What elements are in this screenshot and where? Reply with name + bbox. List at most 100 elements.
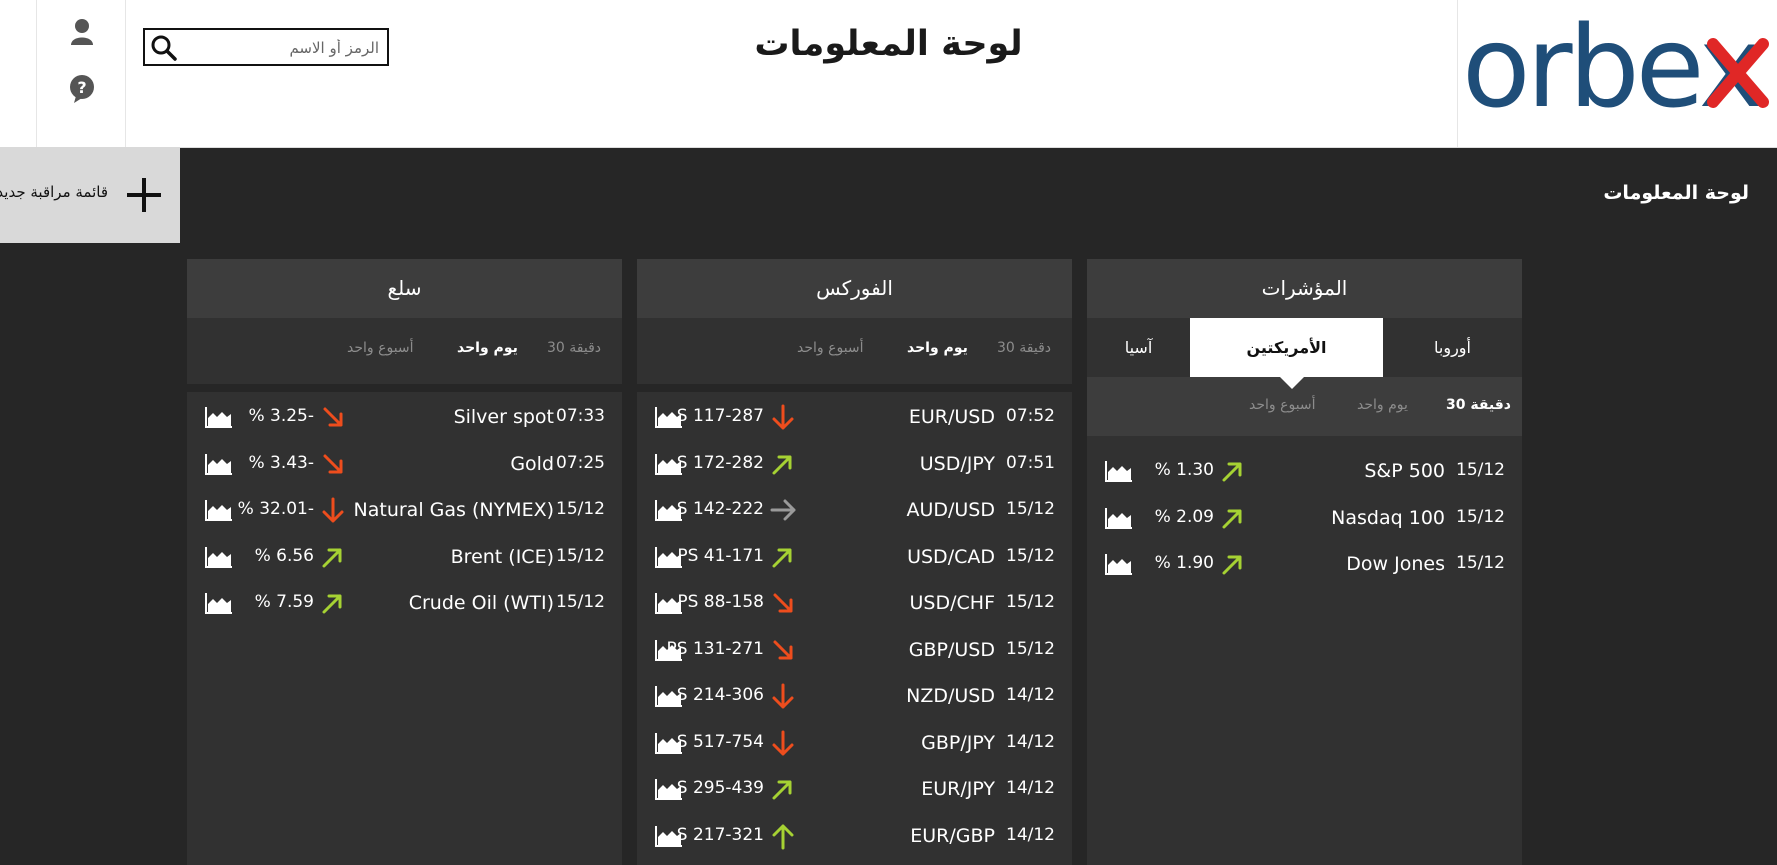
list-item[interactable]: 15/12 Natural Gas (NYMEX) % 32.01- bbox=[187, 486, 622, 533]
trend-arrow-icon bbox=[769, 403, 797, 436]
plus-icon bbox=[126, 177, 162, 217]
trend-arrow-icon bbox=[769, 589, 797, 622]
chart-icon[interactable] bbox=[655, 639, 683, 666]
list-item[interactable]: 15/12 Brent (ICE) % 6.56 bbox=[187, 533, 622, 580]
chart-icon[interactable] bbox=[655, 499, 683, 526]
new-watchlist-button[interactable]: قائمة مراقبة جديد bbox=[0, 147, 180, 243]
chart-icon[interactable] bbox=[205, 546, 233, 573]
time-tabs: أسبوع واحد يوم واحد 30 دقيقة bbox=[1087, 377, 1522, 436]
chart-icon[interactable] bbox=[205, 592, 233, 619]
chart-icon[interactable] bbox=[1105, 507, 1133, 534]
forex-list: 07:52 EUR/USD S 117-287 07:51 USD/JPY S 172-2… bbox=[637, 392, 1072, 858]
chart-icon[interactable] bbox=[205, 453, 233, 480]
account-icons-column: ? bbox=[36, 0, 126, 147]
trend-arrow-icon bbox=[769, 822, 797, 855]
change-value: % 7.59 bbox=[254, 592, 314, 612]
list-item[interactable]: 14/12 NZD/USD S 214-306 bbox=[637, 672, 1072, 719]
tab-one-day[interactable]: يوم واحد bbox=[457, 340, 518, 356]
instrument-name: Nasdaq 100 bbox=[1331, 506, 1445, 529]
tab-one-week[interactable]: أسبوع واحد bbox=[347, 340, 414, 356]
tab-americas[interactable]: الأمريكتين bbox=[1190, 318, 1383, 377]
panel-title: المؤشرات bbox=[1087, 259, 1522, 318]
panel-title: سلع bbox=[187, 259, 622, 318]
tab-one-week[interactable]: أسبوع واحد bbox=[797, 340, 864, 356]
list-item[interactable]: 07:33 Silver spot % 3.25- bbox=[187, 393, 622, 440]
trend-arrow-icon bbox=[319, 589, 347, 622]
forex-panel: الفوركس أسبوع واحد يوم واحد 30 دقيقة 07:… bbox=[637, 259, 1072, 865]
row-time: 15/12 bbox=[556, 499, 605, 519]
change-value: S 142-222 bbox=[676, 499, 764, 519]
change-value: PS 88-158 bbox=[677, 592, 764, 612]
list-item[interactable]: 07:25 Gold % 3.43- bbox=[187, 440, 622, 487]
list-item[interactable]: 15/12 Dow Jones % 1.90 bbox=[1087, 540, 1522, 587]
list-item[interactable]: 07:52 EUR/USD S 117-287 bbox=[637, 393, 1072, 440]
list-item[interactable]: 15/12 Crude Oil (WTI) % 7.59 bbox=[187, 579, 622, 626]
chart-icon[interactable] bbox=[655, 778, 683, 805]
list-item[interactable]: 14/12 EUR/GBP S 217-321 bbox=[637, 812, 1072, 859]
search-box bbox=[143, 28, 389, 66]
row-time: 15/12 bbox=[1006, 499, 1055, 519]
list-item[interactable]: 15/12 GBP/USD PS 131-271 bbox=[637, 626, 1072, 673]
list-item[interactable]: 15/12 USD/CAD PS 41-171 bbox=[637, 533, 1072, 580]
tab-30-min[interactable]: 30 دقيقة bbox=[997, 340, 1051, 356]
change-value: S 217-321 bbox=[676, 824, 764, 845]
commodities-panel: سلع أسبوع واحد يوم واحد 30 دقيقة 07:33 Si… bbox=[187, 259, 622, 865]
change-value: S 172-282 bbox=[676, 452, 764, 473]
tab-asia[interactable]: آسيا bbox=[1087, 318, 1190, 377]
chart-icon[interactable] bbox=[655, 592, 683, 619]
trend-arrow-icon bbox=[769, 496, 797, 529]
chart-icon[interactable] bbox=[205, 406, 233, 433]
chart-icon[interactable] bbox=[655, 546, 683, 573]
indices-list: 15/12 S&P 500% 1.30 15/12 Nasdaq 100% 2.09 1… bbox=[1087, 436, 1522, 587]
list-item[interactable]: 15/12 S&P 500 % 1.30 bbox=[1087, 447, 1522, 494]
instrument-name: NZD/USD bbox=[906, 685, 995, 707]
tab-europe[interactable]: أوروبا bbox=[1383, 318, 1522, 377]
chart-icon[interactable] bbox=[1105, 460, 1133, 487]
tab-30-min[interactable]: 30 دقيقة bbox=[1446, 397, 1511, 413]
chart-icon[interactable] bbox=[655, 453, 683, 480]
search-icon[interactable] bbox=[150, 34, 178, 66]
instrument-name: Brent (ICE) bbox=[450, 545, 554, 568]
search-input[interactable] bbox=[179, 30, 381, 66]
instrument-name: AUD/USD bbox=[906, 499, 995, 521]
trend-arrow-icon bbox=[319, 403, 347, 436]
row-time: 07:33 bbox=[556, 406, 605, 426]
region-tabs: آسيا الأمريكتين أوروبا bbox=[1087, 318, 1522, 389]
trend-arrow-icon bbox=[319, 543, 347, 576]
chart-icon[interactable] bbox=[205, 499, 233, 526]
row-time: 15/12 bbox=[1456, 553, 1505, 573]
chart-icon[interactable] bbox=[655, 406, 683, 433]
trend-arrow-icon bbox=[769, 775, 797, 808]
list-item[interactable]: 15/12 USD/CHF PS 88-158 bbox=[637, 579, 1072, 626]
row-time: 15/12 bbox=[1006, 592, 1055, 612]
list-item[interactable]: 07:51 USD/JPY S 172-282 bbox=[637, 440, 1072, 487]
list-item[interactable]: 15/12 AUD/USD S 142-222 bbox=[637, 486, 1072, 533]
commodities-list: 07:33 Silver spot % 3.25- 07:25 Gold % 3.43- 1… bbox=[187, 392, 622, 626]
instrument-name: EUR/GBP bbox=[910, 824, 995, 847]
instrument-name: S&P 500 bbox=[1364, 460, 1445, 482]
time-tabs: أسبوع واحد يوم واحد 30 دقيقة bbox=[637, 318, 1072, 384]
chart-icon[interactable] bbox=[655, 825, 683, 852]
tab-one-week[interactable]: أسبوع واحد bbox=[1249, 397, 1316, 413]
orbex-logo[interactable]: orbex bbox=[1462, 14, 1774, 114]
chart-icon[interactable] bbox=[655, 685, 683, 712]
tab-one-day[interactable]: يوم واحد bbox=[907, 340, 968, 356]
time-tabs: أسبوع واحد يوم واحد 30 دقيقة bbox=[187, 318, 622, 384]
tab-30-min[interactable]: 30 دقيقة bbox=[547, 340, 601, 356]
help-icon[interactable]: ? bbox=[68, 74, 96, 108]
change-value: S 117-287 bbox=[676, 406, 764, 426]
trend-arrow-icon bbox=[319, 496, 347, 529]
change-value: % 6.56 bbox=[254, 545, 314, 566]
user-icon[interactable] bbox=[70, 18, 94, 50]
row-time: 15/12 bbox=[556, 592, 605, 612]
list-item[interactable]: 14/12 EUR/JPY S 295-439 bbox=[637, 765, 1072, 812]
list-item[interactable]: 15/12 Nasdaq 100 % 2.09 bbox=[1087, 494, 1522, 541]
tab-one-day[interactable]: يوم واحد bbox=[1357, 397, 1408, 413]
trend-arrow-icon bbox=[1219, 504, 1247, 537]
instrument-name: USD/CHF bbox=[909, 592, 995, 614]
trend-arrow-icon bbox=[319, 450, 347, 483]
chart-icon[interactable] bbox=[1105, 553, 1133, 580]
chart-icon[interactable] bbox=[655, 732, 683, 759]
change-value: PS 41-171 bbox=[677, 545, 764, 566]
list-item[interactable]: 14/12 GBP/JPY S 517-754 bbox=[637, 719, 1072, 766]
